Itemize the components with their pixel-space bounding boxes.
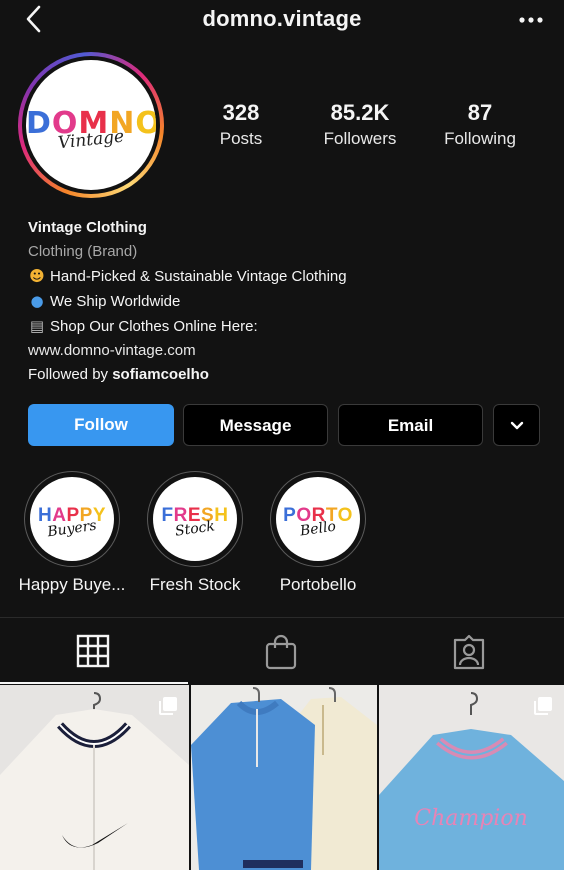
bio-line-1-text: Hand-Picked & Sustainable Vintage Clothi… [50,268,347,285]
follow-button[interactable]: Follow [28,404,174,446]
globe-emoji-icon: ● [30,292,44,310]
svg-text:Champion: Champion [414,806,528,831]
message-button[interactable]: Message [183,404,328,446]
profile-avatar-ring[interactable]: DOMNO Vintage [18,52,164,198]
post-tile[interactable] [191,685,377,870]
post-tile[interactable] [0,685,189,870]
highlight-ring: PORTO Bello [270,471,366,567]
posts-grid: Champion [0,685,564,870]
avatar-ring-gap: DOMNO Vintage [22,56,160,194]
top-bar: domno.vintage [0,0,564,42]
following-count: 87 [467,100,493,125]
tab-tagged[interactable] [376,618,564,684]
bio-line-handpicked: ☻ Hand-Picked & Sustainable Vintage Cloth… [28,264,548,289]
highlight-happy-buyers[interactable]: HAPPY Buyers Happy Buye... [19,471,125,595]
posts-label: Posts [219,129,263,148]
bio-line-shipping: ● We Ship Worldwide [28,289,548,314]
profile-username: domno.vintage [202,6,362,31]
profile-category: Clothing (Brand) [28,243,138,260]
multiple-photos-icon [159,697,177,715]
highlight-ring: FRESH Stock [147,471,243,567]
multiple-photos-icon [534,697,552,715]
highlight-cover: HAPPY Buyers [30,477,114,561]
email-button[interactable]: Email [338,404,483,446]
more-options-icon[interactable] [518,16,544,24]
highlight-label: Fresh Stock [149,575,241,594]
followed-by-user: sofiamcoelho [112,366,209,383]
highlight-ring: HAPPY Buyers [24,471,120,567]
highlight-cover: FRESH Stock [153,477,237,561]
bio-line-3-text: Shop Our Clothes Online Here: [50,318,258,335]
tab-shop[interactable] [188,618,376,684]
following-stat[interactable]: 87 Following [425,100,535,149]
highlight-portobello[interactable]: PORTO Bello Portobello [270,471,366,595]
tagged-user-icon [453,634,485,670]
followed-by-prefix: Followed by [28,366,113,383]
post-image [191,685,377,870]
profile-name: Vintage Clothing [28,219,147,236]
followers-count: 85.2K [330,100,390,125]
shopping-bag-icon [265,634,297,670]
profile-bio: Vintage Clothing Clothing (Brand) ☻ Hand-… [28,216,548,387]
bio-line-shop: ▤ Shop Our Clothes Online Here: [28,314,548,339]
following-label: Following [444,129,516,148]
person-emoji-icon: ☻ [29,267,45,285]
tab-posts-grid[interactable] [0,618,188,684]
bio-line-2-text: We Ship Worldwide [50,293,181,310]
highlight-label: Portobello [279,575,357,594]
followed-by[interactable]: Followed by sofiamcoelho [28,363,548,387]
followers-label: Followers [323,129,397,148]
followers-stat[interactable]: 85.2K Followers [305,100,415,149]
avatar: DOMNO Vintage [26,60,156,190]
website-link[interactable]: www.domno-vintage.com [28,339,548,363]
chevron-down-icon [510,421,523,430]
post-tile[interactable]: Champion [379,685,564,870]
posts-count: 328 [222,100,260,125]
grid-icon [76,634,110,668]
shopping-cart-emoji-icon: ▤ [29,317,45,335]
highlight-fresh-stock[interactable]: FRESH Stock Fresh Stock [147,471,243,595]
posts-stat[interactable]: 328 Posts [186,100,296,149]
highlight-cover: PORTO Bello [276,477,360,561]
profile-tabs [0,617,564,684]
highlight-label: Happy Buye... [18,575,126,594]
suggested-accounts-button[interactable] [493,404,540,446]
